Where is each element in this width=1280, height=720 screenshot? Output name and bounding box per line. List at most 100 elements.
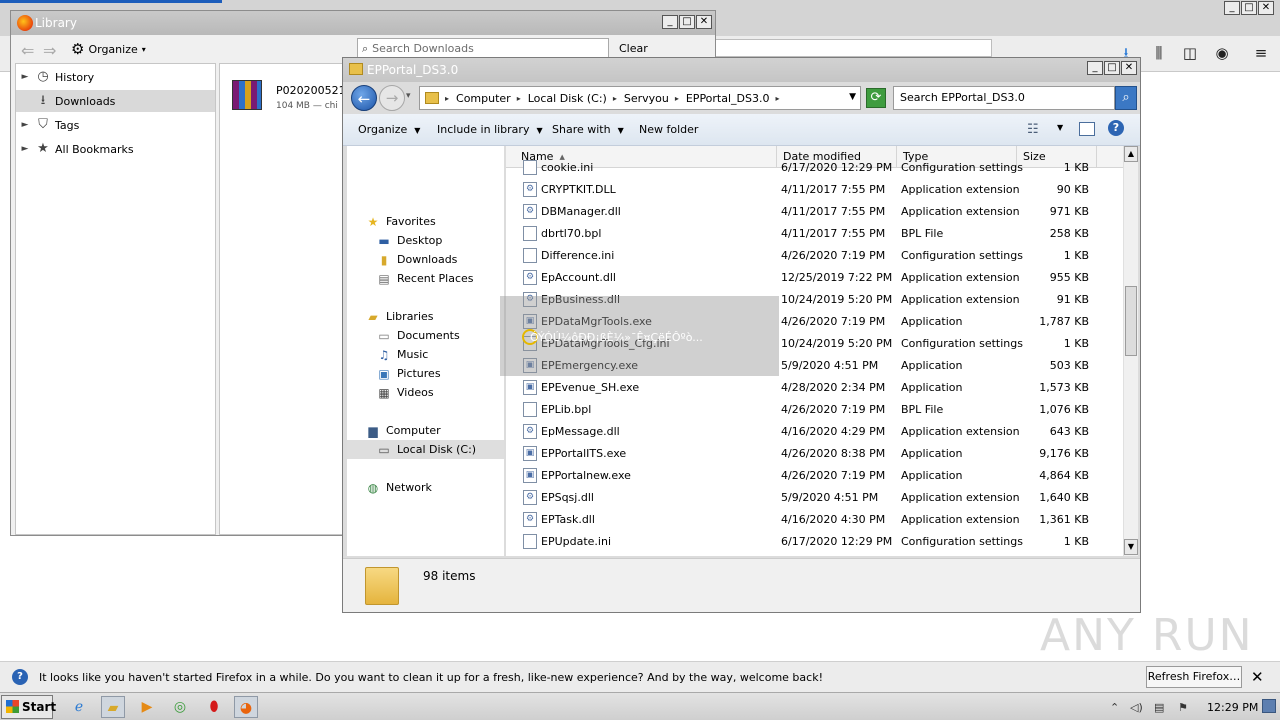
scroll-down-icon[interactable]: ▼	[1124, 539, 1138, 555]
clear-downloads-button[interactable]: Clear Downloads	[615, 38, 711, 76]
maximize-button[interactable]: □	[1241, 1, 1257, 15]
chevron-right-icon[interactable]: ▸	[776, 94, 780, 103]
minimize-button[interactable]: _	[662, 15, 678, 29]
nav-recent-places[interactable]: ▤ Recent Places	[376, 269, 473, 288]
show-hidden-icons-icon[interactable]: ⌃	[1110, 701, 1119, 714]
scroll-thumb[interactable]	[1125, 286, 1137, 356]
address-dropdown-icon[interactable]: ▼	[849, 92, 856, 102]
close-button[interactable]: ✕	[1121, 61, 1137, 75]
table-row[interactable]: ▣ EPPortalITS.exe 4/26/2020 8:38 PM Applica…	[506, 443, 1123, 465]
table-row[interactable]: ⚙ EPSqsj.dll 5/9/2020 4:51 PM Application e…	[506, 487, 1123, 509]
firefox-icon[interactable]: ◕	[234, 696, 258, 718]
help-icon[interactable]: ?	[1108, 120, 1124, 136]
include-in-library-button[interactable]: Include in library ▼	[437, 123, 543, 136]
opera-icon[interactable]: ⬮	[202, 696, 226, 718]
scroll-up-icon[interactable]: ▲	[1124, 146, 1138, 162]
close-button[interactable]: ✕	[1258, 1, 1274, 15]
forward-button[interactable]: →	[379, 85, 405, 111]
breadcrumb-folder[interactable]: EPPortal_DS3.0	[686, 92, 770, 105]
breadcrumb-local-disk[interactable]: Local Disk (C:)	[528, 92, 607, 105]
recent-pages-dropdown[interactable]: ▾	[406, 91, 411, 101]
expand-icon[interactable]: ►	[16, 144, 34, 154]
back-arrow-icon[interactable]: ⇐	[21, 41, 34, 60]
nav-pictures[interactable]: ▣ Pictures	[376, 364, 440, 383]
sidebar-icon[interactable]: ◫	[1180, 44, 1200, 62]
nav-documents[interactable]: ▭ Documents	[376, 326, 459, 345]
nav-favorites[interactable]: ★ Favorites	[365, 212, 436, 231]
table-row[interactable]: dbrtl70.bpl 4/11/2017 7:55 PM BPL File 258 …	[506, 223, 1123, 245]
internet-explorer-icon[interactable]: ℯ	[67, 696, 91, 718]
table-row[interactable]: EPLib.bpl 4/26/2020 7:19 PM BPL File 1,076 …	[506, 399, 1123, 421]
chevron-down-icon[interactable]: ▼	[1057, 123, 1063, 132]
vertical-scrollbar[interactable]: ▲ ▼	[1123, 146, 1138, 556]
chrome-icon[interactable]: ◎	[168, 696, 192, 718]
action-center-flag-icon[interactable]: ⚑	[1178, 701, 1188, 714]
nav-downloads[interactable]: ▮ Downloads	[376, 250, 458, 269]
back-button[interactable]: ←	[351, 85, 377, 111]
address-bar[interactable]: ▸ Computer ▸ Local Disk (C:) ▸ Servyou ▸…	[419, 86, 861, 110]
breadcrumb-computer[interactable]: Computer	[456, 92, 511, 105]
close-icon[interactable]: ✕	[1251, 668, 1264, 686]
nav-libraries[interactable]: ▰ Libraries	[365, 307, 433, 326]
table-row[interactable]: ⚙ CRYPTKIT.DLL 4/11/2017 7:55 PM Applicatio…	[506, 179, 1123, 201]
menu-icon[interactable]: ≡	[1251, 44, 1271, 62]
tree-item-all-bookmarks[interactable]: ► ★ All Bookmarks	[16, 138, 215, 160]
nav-computer[interactable]: ▆ Computer	[365, 421, 440, 440]
explorer-title-bar[interactable]: EPPortal_DS3.0 _ □ ✕	[343, 58, 1140, 82]
expand-icon[interactable]: ►	[16, 120, 34, 130]
table-row[interactable]: ▣ EPEvenue_SH.exe 4/28/2020 2:34 PM Applica…	[506, 377, 1123, 399]
view-options-icon[interactable]: ☷	[1027, 122, 1039, 137]
nav-videos[interactable]: ▦ Videos	[376, 383, 433, 402]
nav-desktop[interactable]: ▬ Desktop	[376, 231, 442, 250]
start-button[interactable]: Start	[1, 695, 56, 719]
show-desktop-icon[interactable]	[1262, 699, 1276, 713]
nav-local-disk[interactable]: ▭ Local Disk (C:)	[347, 440, 504, 459]
minimize-button[interactable]: _	[1224, 1, 1240, 15]
file-type: Configuration settings	[901, 337, 1023, 350]
library-title-bar[interactable]: Library _ □ ✕	[11, 11, 715, 35]
library-search-input[interactable]: ⌕ Search Downloads	[357, 38, 609, 59]
explorer-search-input[interactable]: Search EPPortal_DS3.0	[893, 86, 1115, 110]
account-icon[interactable]: ◉	[1212, 44, 1232, 62]
breadcrumb-servyou[interactable]: Servyou	[624, 92, 669, 105]
chevron-right-icon[interactable]: ▸	[517, 94, 521, 103]
volume-icon[interactable]: ◁)	[1130, 701, 1143, 714]
chevron-right-icon[interactable]: ▸	[675, 94, 679, 103]
table-row[interactable]: EPUpdate.ini 6/17/2020 12:29 PM Configurat…	[506, 531, 1123, 553]
organize-menu[interactable]: ⚙ Organize ▾	[71, 40, 146, 58]
chevron-right-icon[interactable]: ▸	[445, 94, 449, 103]
new-folder-button[interactable]: New folder	[639, 123, 698, 136]
close-button[interactable]: ✕	[696, 15, 712, 29]
clock[interactable]: 12:29 PM	[1207, 701, 1258, 714]
table-row[interactable]: ⚙ EpMessage.dll 4/16/2020 4:29 PM Applicati…	[506, 421, 1123, 443]
table-row[interactable]: ⚙ EpAccount.dll 12/25/2019 7:22 PM Applicat…	[506, 267, 1123, 289]
share-with-button[interactable]: Share with ▼	[552, 123, 624, 136]
search-icon[interactable]: ⌕	[1115, 86, 1137, 110]
media-player-icon[interactable]: ▶	[135, 696, 159, 718]
tree-item-downloads[interactable]: ⭳ Downloads	[16, 90, 215, 112]
table-row[interactable]: cookie.ini 6/17/2020 12:29 PM Configuratio…	[506, 157, 1123, 179]
maximize-button[interactable]: □	[1104, 61, 1120, 75]
nav-network[interactable]: ◍ Network	[365, 478, 432, 497]
firefox-url-bar[interactable]	[712, 39, 992, 57]
expand-icon[interactable]: ►	[16, 72, 34, 82]
table-row[interactable]: ⚙ EPTask.dll 4/16/2020 4:30 PM Application …	[506, 509, 1123, 531]
preview-pane-icon[interactable]	[1079, 122, 1095, 136]
maximize-button[interactable]: □	[679, 15, 695, 29]
tree-item-tags[interactable]: ► ⛉ Tags	[16, 114, 215, 136]
network-icon[interactable]: ▤	[1154, 701, 1164, 714]
table-row[interactable]: ⚙ DBManager.dll 4/11/2017 7:55 PM Applicati…	[506, 201, 1123, 223]
nav-music[interactable]: ♫ Music	[376, 345, 429, 364]
organize-button[interactable]: Organize ▼	[358, 123, 420, 136]
file-explorer-icon[interactable]: ▰	[101, 696, 125, 718]
refresh-button[interactable]: ⟳	[866, 88, 886, 108]
forward-arrow-icon[interactable]: ⇒	[43, 41, 56, 60]
tree-item-history[interactable]: ► ◷ History	[16, 66, 215, 88]
refresh-firefox-button[interactable]: Refresh Firefox…	[1146, 666, 1242, 688]
table-row[interactable]: ▣ EPPortalnew.exe 4/26/2020 7:19 PM Applica…	[506, 465, 1123, 487]
chevron-right-icon[interactable]: ▸	[613, 94, 617, 103]
minimize-button[interactable]: _	[1087, 61, 1103, 75]
table-row[interactable]: Difference.ini 4/26/2020 7:19 PM Configura…	[506, 245, 1123, 267]
library-icon[interactable]: ⫼	[1149, 44, 1169, 62]
file-date: 4/26/2020 7:19 PM	[781, 315, 886, 328]
